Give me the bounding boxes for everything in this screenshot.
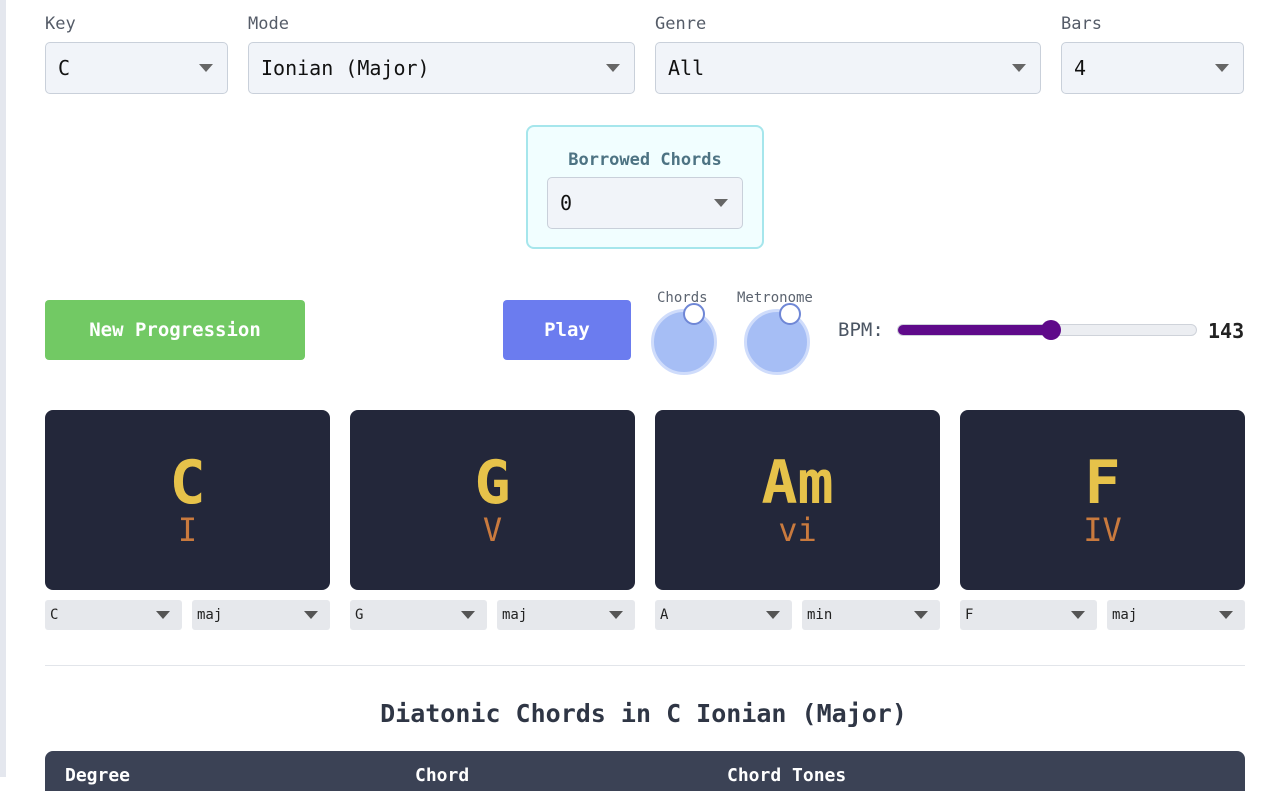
key-select-value: C bbox=[58, 56, 71, 80]
chord-card[interactable]: G V bbox=[350, 410, 635, 590]
chevron-down-icon bbox=[1215, 64, 1229, 72]
column-header-degree: Degree bbox=[65, 765, 131, 786]
chord-root-value: A bbox=[660, 607, 669, 623]
genre-select-value: All bbox=[668, 56, 705, 80]
chord-quality-value: maj bbox=[1112, 607, 1138, 623]
chord-name: G bbox=[474, 448, 511, 518]
left-edge bbox=[0, 0, 6, 777]
bpm-slider-thumb[interactable] bbox=[1041, 320, 1062, 340]
key-select[interactable]: C bbox=[45, 42, 228, 94]
bars-select[interactable]: 4 bbox=[1061, 42, 1244, 94]
borrowed-chords-value: 0 bbox=[560, 191, 573, 215]
chord-quality-select[interactable]: min bbox=[802, 600, 940, 630]
chevron-down-icon bbox=[1012, 64, 1026, 72]
chevron-down-icon bbox=[714, 199, 728, 207]
toggle-knob bbox=[779, 303, 801, 325]
metronome-toggle[interactable] bbox=[744, 303, 810, 375]
mode-select-value: Ionian (Major) bbox=[261, 56, 430, 80]
chevron-down-icon bbox=[766, 611, 780, 619]
mode-label: Mode bbox=[248, 14, 289, 34]
key-label: Key bbox=[45, 14, 76, 34]
bpm-label: BPM: bbox=[838, 319, 884, 341]
chord-degree: IV bbox=[1083, 511, 1122, 549]
chord-card[interactable]: F IV bbox=[960, 410, 1245, 590]
chord-degree: vi bbox=[778, 511, 817, 549]
borrowed-chords-select[interactable]: 0 bbox=[547, 177, 743, 229]
chords-toggle[interactable] bbox=[651, 303, 717, 375]
chord-root-value: F bbox=[965, 607, 974, 623]
chord-name: Am bbox=[761, 448, 834, 518]
chevron-down-icon bbox=[304, 611, 318, 619]
chevron-down-icon bbox=[606, 64, 620, 72]
chord-quality-value: min bbox=[807, 607, 833, 623]
genre-label: Genre bbox=[655, 14, 707, 34]
chord-card[interactable]: Am vi bbox=[655, 410, 940, 590]
bars-label: Bars bbox=[1061, 14, 1102, 34]
chevron-down-icon bbox=[199, 64, 213, 72]
chord-degree: V bbox=[482, 511, 503, 549]
chevron-down-icon bbox=[1071, 611, 1085, 619]
chord-quality-value: maj bbox=[502, 607, 528, 623]
chord-root-select[interactable]: G bbox=[350, 600, 487, 630]
chords-toggle-label: Chords bbox=[657, 290, 708, 306]
mode-select[interactable]: Ionian (Major) bbox=[248, 42, 635, 94]
column-header-chord-tones: Chord Tones bbox=[727, 765, 847, 786]
chevron-down-icon bbox=[461, 611, 475, 619]
chord-root-value: C bbox=[50, 607, 59, 623]
metronome-toggle-label: Metronome bbox=[737, 290, 813, 306]
divider bbox=[45, 665, 1245, 666]
chord-quality-select[interactable]: maj bbox=[1107, 600, 1245, 630]
borrowed-chords-panel: Borrowed Chords 0 bbox=[526, 125, 764, 249]
chord-root-select[interactable]: C bbox=[45, 600, 182, 630]
chord-quality-value: maj bbox=[197, 607, 223, 623]
chord-quality-select[interactable]: maj bbox=[192, 600, 330, 630]
chevron-down-icon bbox=[156, 611, 170, 619]
chevron-down-icon bbox=[1219, 611, 1233, 619]
new-progression-button[interactable]: New Progression bbox=[45, 300, 305, 360]
bpm-slider-fill bbox=[898, 325, 1052, 335]
chord-quality-select[interactable]: maj bbox=[497, 600, 635, 630]
column-header-chord: Chord bbox=[415, 765, 470, 786]
borrowed-chords-label: Borrowed Chords bbox=[568, 150, 722, 170]
chevron-down-icon bbox=[609, 611, 623, 619]
chevron-down-icon bbox=[914, 611, 928, 619]
diatonic-table-header: Degree Chord Chord Tones bbox=[45, 751, 1245, 791]
chord-name: C bbox=[169, 448, 206, 518]
chord-degree: I bbox=[177, 511, 198, 549]
chord-card[interactable]: C I bbox=[45, 410, 330, 590]
bpm-slider[interactable] bbox=[897, 320, 1197, 340]
genre-select[interactable]: All bbox=[655, 42, 1041, 94]
diatonic-title: Diatonic Chords in C Ionian (Major) bbox=[380, 699, 907, 728]
chord-root-select[interactable]: F bbox=[960, 600, 1097, 630]
play-button[interactable]: Play bbox=[503, 300, 631, 360]
bars-select-value: 4 bbox=[1074, 56, 1087, 80]
chord-name: F bbox=[1084, 448, 1121, 518]
toggle-knob bbox=[683, 303, 705, 325]
bpm-value: 143 bbox=[1208, 319, 1245, 343]
chord-root-select[interactable]: A bbox=[655, 600, 792, 630]
chord-root-value: G bbox=[355, 607, 364, 623]
